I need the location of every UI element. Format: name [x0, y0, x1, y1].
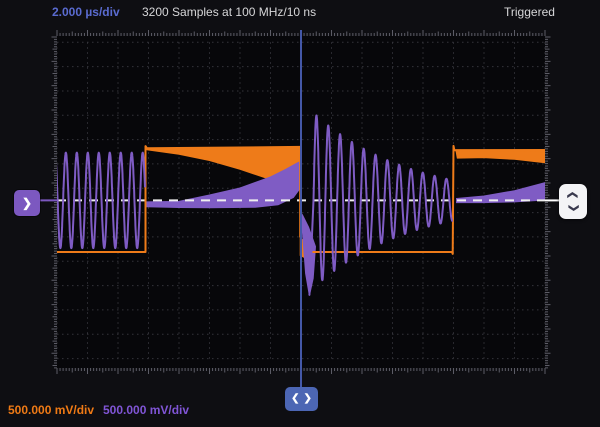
trigger-level-handle[interactable]: ❯	[14, 190, 40, 216]
sample-rate-label: 3200 Samples at 100 MHz/10 ns	[142, 5, 316, 19]
trigger-status-label: Triggered	[504, 5, 555, 19]
ch2-scale-label: 500.000 mV/div	[103, 403, 189, 417]
time-per-div-label: 2.000 µs/div	[52, 5, 120, 19]
chevron-left-icon: ❮	[291, 394, 299, 404]
ch1-scale-label: 500.000 mV/div	[8, 403, 94, 417]
scope-display[interactable]	[0, 0, 600, 427]
chevron-down-icon: ❯	[568, 204, 578, 212]
vertical-offset-control[interactable]: ❯ ❯	[559, 184, 587, 219]
chevron-up-icon: ❯	[568, 191, 578, 199]
chevron-right-icon: ❯	[22, 197, 32, 209]
chevron-right-icon: ❯	[304, 394, 312, 404]
trigger-position-handle[interactable]: ❮ ❯	[285, 387, 318, 411]
